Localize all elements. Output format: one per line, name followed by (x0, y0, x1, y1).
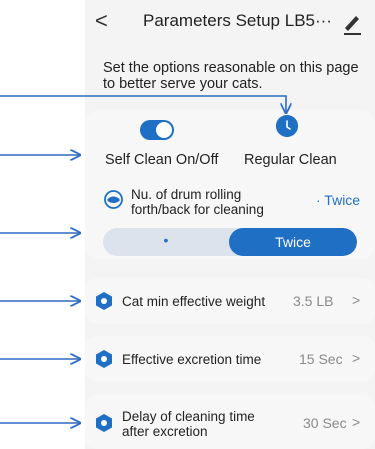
cat-weight-value: 3.5 LB (293, 293, 334, 309)
drum-rolling-segmented-control[interactable]: • Twice (103, 228, 357, 256)
chevron-right-icon[interactable]: > (352, 414, 360, 430)
toggle-knob (156, 122, 172, 138)
cleaning-delay-label: Delay of cleaning time after excretion (122, 409, 255, 439)
edit-pencil-icon[interactable] (341, 10, 363, 36)
drum-rolling-value: · Twice (316, 192, 361, 208)
segment-twice[interactable]: Twice (229, 228, 357, 256)
cat-weight-label: Cat min effective weight (122, 294, 266, 309)
hexagon-settings-icon (96, 292, 112, 310)
hexagon-settings-icon (96, 414, 112, 432)
segment-once[interactable]: • (103, 228, 229, 256)
page-title: Parameters Setup LB5··· (143, 11, 332, 30)
drum-rolling-label: Nu. of drum rolling forth/back for clean… (131, 187, 264, 217)
clock-icon[interactable] (276, 115, 298, 137)
excretion-time-value: 15 Sec (299, 351, 343, 367)
hexagon-settings-icon (96, 350, 112, 368)
header-bar: < Parameters Setup LB5··· (85, 0, 375, 44)
chevron-right-icon[interactable]: > (352, 292, 360, 308)
self-clean-toggle[interactable] (140, 120, 174, 140)
excretion-time-label: Effective excretion time (122, 352, 262, 367)
chevron-right-icon[interactable]: > (352, 350, 360, 366)
regular-clean-label: Regular Clean (244, 152, 337, 168)
self-clean-label: Self Clean On/Off (105, 152, 219, 168)
drum-icon (104, 190, 123, 209)
page-description: Set the options reasonable on this page … (103, 60, 359, 92)
cleaning-delay-value: 30 Sec (303, 415, 347, 431)
chevron-left-icon[interactable]: < (95, 6, 108, 36)
